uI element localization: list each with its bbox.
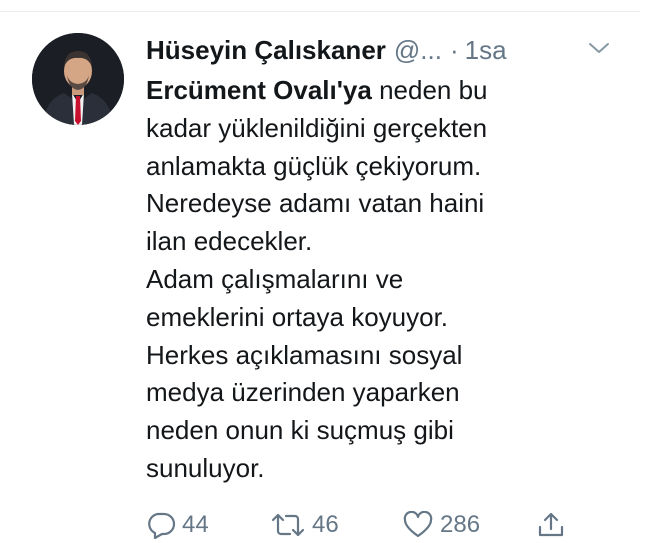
retweet-icon [271,513,305,537]
separator-dot: · [449,35,459,65]
tweet-line: emeklerini ortaya koyuyor. [146,301,449,332]
tweet-line: kadar yüklenildiğini gerçekten [146,112,488,143]
tweet-line: sunuluyor. [146,452,265,483]
tweet-line: anlamakta güçlük çekiyorum. [146,150,482,181]
heart-icon [403,511,433,538]
tweet-line: Neredeyse adamı vatan haini [146,188,485,219]
tweet-actions: 44 46 286 [146,507,586,543]
like-button[interactable]: 286 [402,507,480,543]
tweet-line-text: neden bu [371,75,488,105]
retweet-button[interactable]: 46 [270,507,339,543]
tweet-line: neden onun ki suçmuş gibi [146,415,454,446]
mention-link[interactable]: Ercüment Ovalı'ya [146,75,372,105]
reply-button[interactable]: 44 [146,507,209,543]
retweet-count: 46 [312,511,339,538]
tweet-line: ilan edecekler. [146,226,313,257]
avatar-image [32,33,124,125]
like-count: 286 [440,511,481,538]
author-handle[interactable]: @... [394,35,442,66]
tweet-line: Ercüment Ovalı'ya neden bu [146,72,636,110]
author-name[interactable]: Hüseyin Çalıskaner [146,35,386,66]
share-icon [538,512,564,537]
tweet-line: Adam çalışmalarını ve [146,263,404,294]
reply-count: 44 [182,511,209,538]
tweet-line: medya üzerinden yaparken [146,377,460,408]
tweet-header: Hüseyin Çalıskaner @... · 1sa [146,35,616,69]
tweet-timestamp[interactable]: 1sa [465,35,507,66]
tweet-line: Herkes açıklamasını sosyal [146,339,463,370]
avatar[interactable] [32,33,124,125]
top-divider [0,11,640,12]
share-button[interactable] [536,507,566,543]
chevron-down-icon[interactable] [586,38,612,58]
tweet-text: Ercüment Ovalı'ya neden bu kadar yükleni… [146,72,636,488]
reply-icon [148,512,176,539]
